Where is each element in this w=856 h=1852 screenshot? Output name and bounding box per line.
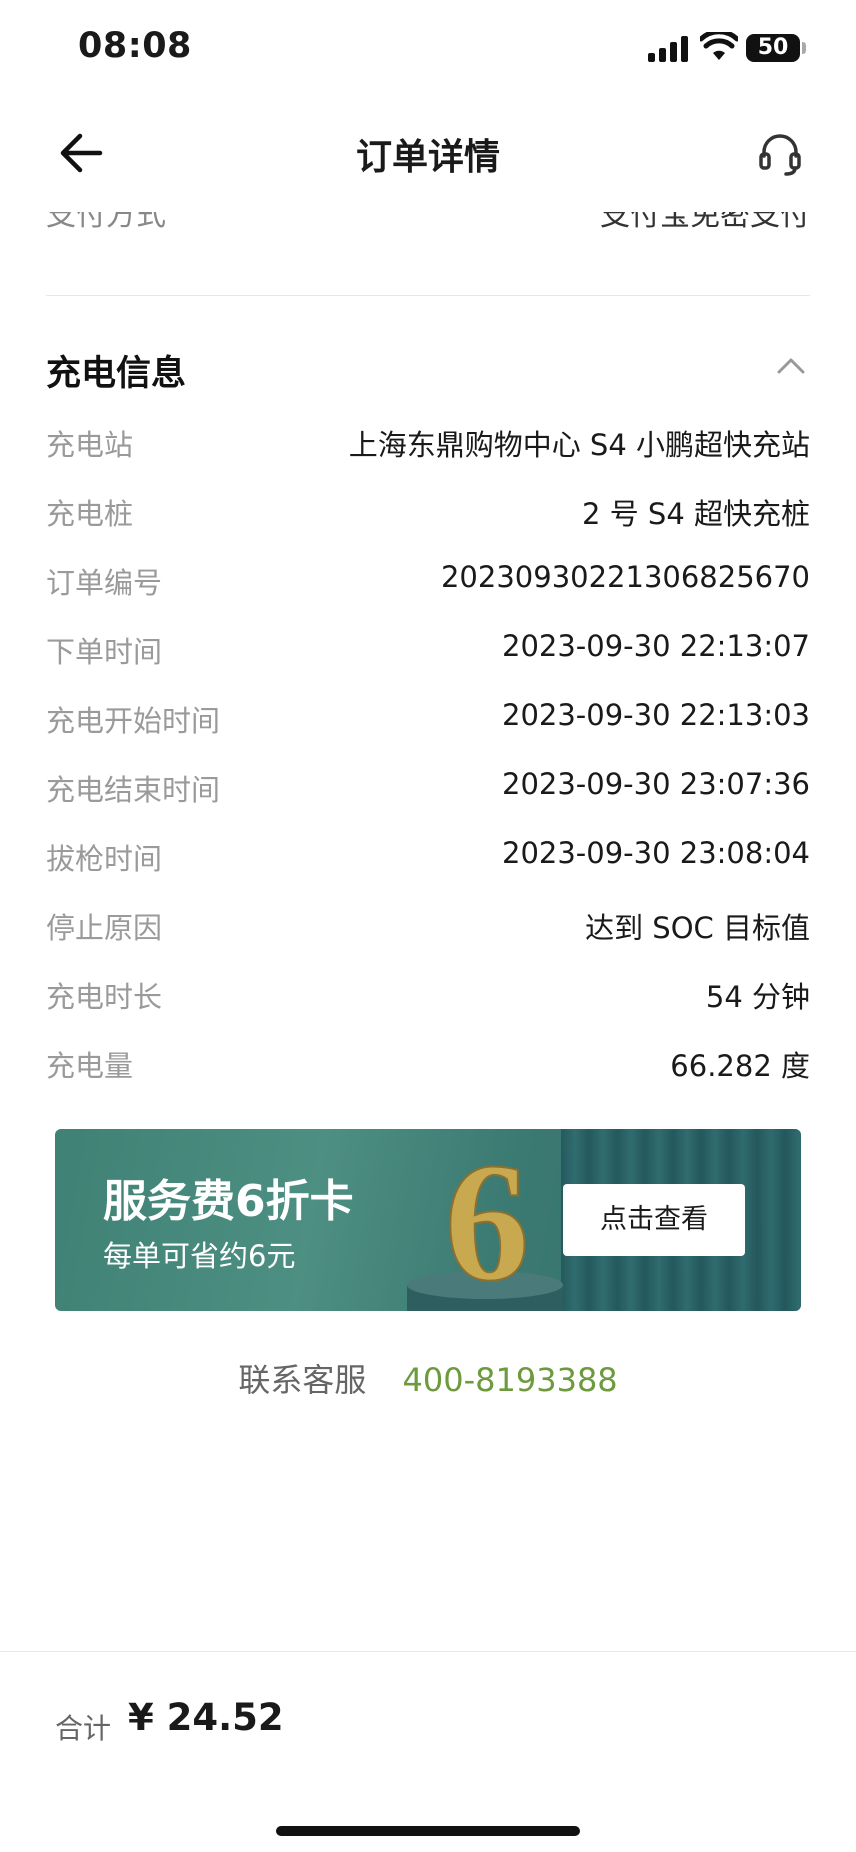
info-label: 订单编号 bbox=[46, 566, 163, 600]
total-label: 合计 bbox=[55, 1712, 112, 1745]
promo-banner[interactable]: 服务费6折卡 每单可省约6元 6 点击查看 bbox=[55, 1129, 801, 1311]
info-row-duration: 充电时长 54 分钟 bbox=[46, 974, 810, 1043]
total-amount: ¥ 24.52 bbox=[128, 1696, 284, 1739]
contact-service: 联系客服 400-8193388 bbox=[0, 1355, 856, 1401]
gold-number-six-graphic: 6 bbox=[407, 1139, 563, 1311]
info-row-order-number: 订单编号 20230930221306825670 bbox=[46, 560, 810, 629]
info-value: 54 分钟 bbox=[705, 980, 810, 1014]
nav-bar: 订单详情 bbox=[0, 108, 856, 198]
battery-level: 50 bbox=[757, 35, 789, 60]
info-value: 2023-09-30 23:07:36 bbox=[502, 767, 810, 801]
info-label: 充电量 bbox=[46, 1049, 134, 1083]
payment-method-row: 支付方式 支付宝免密支付 bbox=[46, 212, 810, 258]
info-label: 充电桩 bbox=[46, 497, 134, 531]
info-label: 充电时长 bbox=[46, 980, 163, 1014]
info-label: 拔枪时间 bbox=[46, 842, 163, 876]
payment-method-value: 支付宝免密支付 bbox=[600, 212, 810, 233]
contact-label: 联系客服 bbox=[238, 1361, 367, 1399]
info-value: 2023-09-30 22:13:07 bbox=[502, 629, 810, 663]
info-row-station: 充电站 上海东鼎购物中心 S4 小鹏超快充站 bbox=[46, 422, 810, 491]
info-row-charger: 充电桩 2 号 S4 超快充桩 bbox=[46, 491, 810, 560]
chevron-up-icon[interactable] bbox=[776, 355, 806, 375]
info-value: 66.282 度 bbox=[670, 1049, 810, 1083]
info-label: 充电结束时间 bbox=[46, 773, 221, 807]
info-row-unplug-time: 拔枪时间 2023-09-30 23:08:04 bbox=[46, 836, 810, 905]
info-row-end-time: 充电结束时间 2023-09-30 23:07:36 bbox=[46, 767, 810, 836]
promo-title: 服务费6折卡 bbox=[103, 1176, 354, 1227]
payment-method-label: 支付方式 bbox=[46, 212, 166, 233]
info-row-stop-reason: 停止原因 达到 SOC 目标值 bbox=[46, 905, 810, 974]
info-value: 达到 SOC 目标值 bbox=[585, 911, 810, 945]
home-indicator[interactable] bbox=[276, 1826, 580, 1836]
status-time: 08:08 bbox=[78, 26, 192, 66]
info-row-order-time: 下单时间 2023-09-30 22:13:07 bbox=[46, 629, 810, 698]
info-value: 2023-09-30 23:08:04 bbox=[502, 836, 810, 870]
promo-subtitle: 每单可省约6元 bbox=[103, 1239, 296, 1273]
info-label: 充电开始时间 bbox=[46, 704, 221, 738]
info-label: 充电站 bbox=[46, 428, 134, 462]
status-bar: 08:08 50 bbox=[0, 0, 856, 100]
battery-cap bbox=[802, 42, 806, 54]
footer-divider bbox=[0, 1651, 856, 1652]
promo-view-button[interactable]: 点击查看 bbox=[563, 1184, 745, 1256]
wifi-icon bbox=[700, 32, 738, 60]
info-value: 20230930221306825670 bbox=[440, 560, 810, 594]
svg-text:6: 6 bbox=[445, 1139, 530, 1311]
section-title: 充电信息 bbox=[46, 354, 187, 394]
info-row-energy: 充电量 66.282 度 bbox=[46, 1043, 810, 1112]
info-value: 2023-09-30 22:13:03 bbox=[502, 698, 810, 732]
divider bbox=[46, 295, 810, 296]
cellular-signal-icon bbox=[648, 36, 690, 62]
info-value: 上海东鼎购物中心 S4 小鹏超快充站 bbox=[348, 428, 810, 462]
charging-info-header[interactable]: 充电信息 bbox=[46, 345, 810, 395]
info-label: 下单时间 bbox=[46, 635, 163, 669]
info-value: 2 号 S4 超快充桩 bbox=[582, 497, 810, 531]
charging-info-list: 充电站 上海东鼎购物中心 S4 小鹏超快充站 充电桩 2 号 S4 超快充桩 订… bbox=[46, 422, 810, 1112]
contact-phone-link[interactable]: 400-8193388 bbox=[403, 1361, 618, 1399]
customer-service-headset-icon[interactable] bbox=[756, 130, 804, 178]
info-label: 停止原因 bbox=[46, 911, 163, 945]
page-title: 订单详情 bbox=[355, 137, 500, 178]
info-row-start-time: 充电开始时间 2023-09-30 22:13:03 bbox=[46, 698, 810, 767]
